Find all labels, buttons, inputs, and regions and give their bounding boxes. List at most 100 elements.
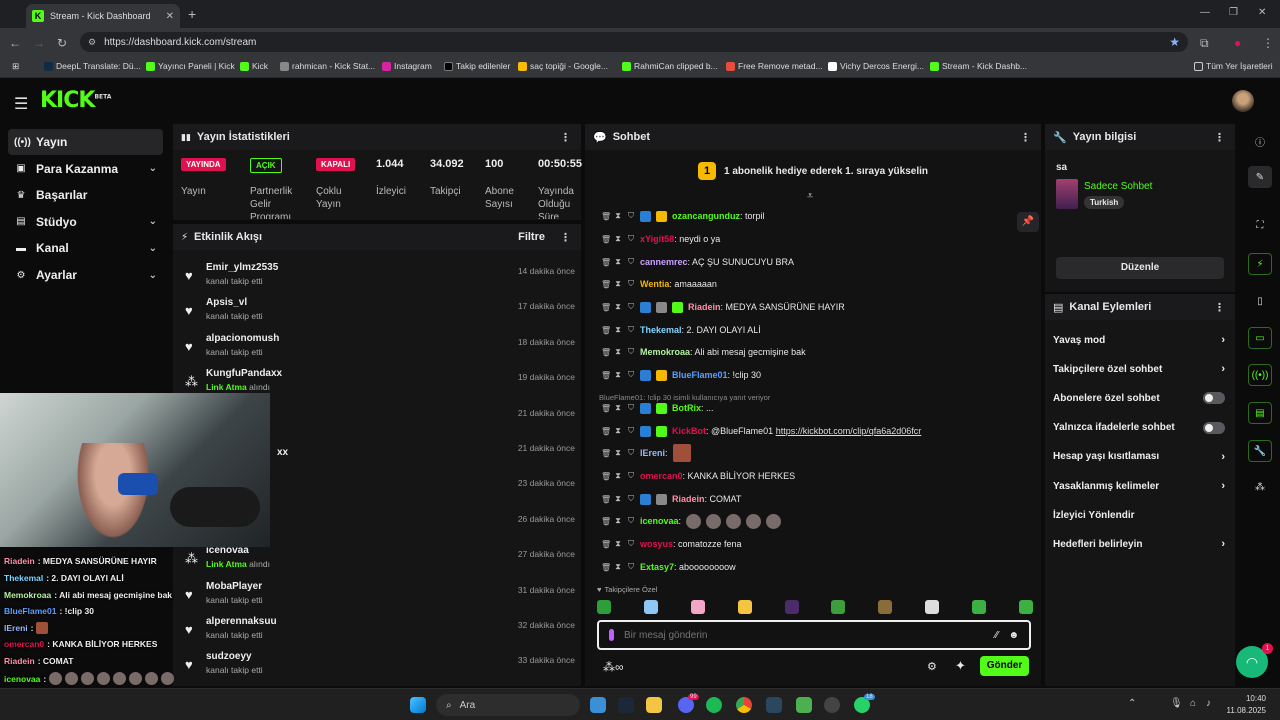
chat-username[interactable]: Riadein (688, 302, 721, 312)
steam2-icon[interactable] (766, 697, 782, 713)
timeout-icon[interactable]: ⧗ (614, 471, 622, 481)
gift-sub-banner[interactable]: 1 1 abonelik hediye ederek 1. sıraya yük… (585, 152, 1041, 190)
timeout-icon[interactable]: ⧗ (614, 279, 622, 289)
chat-message[interactable]: 🗑 ⧗ ⛉ BlueFlame01: !clip 30 (601, 365, 1021, 385)
message-link[interactable]: https://kickbot.com/clip/qfa6a2d06fcr (776, 426, 922, 436)
emote-icon[interactable] (737, 600, 752, 614)
sidebar-item[interactable]: ▤ Stüdyo ⌄ (8, 209, 163, 235)
layout-rail-icon[interactable]: ▤ (1248, 402, 1272, 424)
activity-menu-icon[interactable]: ⋮ (560, 231, 571, 244)
timeout-icon[interactable]: ⧗ (614, 516, 622, 526)
activity-user[interactable]: xx (277, 447, 288, 458)
chat-message[interactable]: 🗑 ⧗ ⛉ Memokroaa: Ali abi mesaj gecmişine ba… (601, 342, 1021, 362)
extensions-icon[interactable]: ⧉ (1200, 36, 1209, 51)
delete-icon[interactable]: 🗑 (601, 371, 611, 380)
emote-icon[interactable] (690, 600, 705, 614)
ban-icon[interactable]: ⛉ (627, 279, 635, 289)
activity-user[interactable]: sudzoeyy (206, 651, 252, 662)
bookmark-item[interactable]: Instagram (382, 61, 432, 71)
channel-action[interactable]: Hesap yaşı kısıtlaması › (1053, 446, 1229, 468)
emote-icon[interactable] (878, 600, 893, 614)
timeout-icon[interactable]: ⧗ (614, 562, 622, 572)
timeout-icon[interactable]: ⧗ (614, 325, 622, 335)
chat-username[interactable]: Extasy7 (640, 562, 674, 572)
chat-username[interactable]: BlueFlame01 (672, 370, 728, 380)
chat-username[interactable]: Wentia (640, 279, 669, 289)
minecraft-icon[interactable] (796, 697, 812, 713)
delete-icon[interactable]: 🗑 (601, 303, 611, 312)
browser-menu-icon[interactable]: ⋮ (1262, 36, 1274, 50)
window-close-icon[interactable]: ✕ (1258, 7, 1266, 18)
chat-username[interactable]: BotRix (672, 403, 701, 413)
timeout-icon[interactable]: ⧗ (614, 403, 622, 413)
collapse-icon[interactable]: ⩡ (807, 190, 813, 203)
activity-item[interactable]: ♥ Apsis_vl kanalı takip etti 17 dakika önce (185, 295, 575, 329)
bookmark-star-icon[interactable]: ★ (1169, 35, 1180, 49)
delete-icon[interactable]: 🗑 (601, 517, 611, 526)
folder-icon[interactable] (646, 697, 662, 713)
mic-tray-icon[interactable]: 🎙 (1170, 698, 1183, 709)
delete-icon[interactable]: 🗑 (601, 495, 611, 504)
channel-action[interactable]: İzleyici Yönlendir (1053, 504, 1229, 526)
ban-icon[interactable]: ⛉ (627, 448, 635, 458)
chat-username[interactable]: Memokroaa (640, 347, 690, 357)
sidebar-item[interactable]: ▬ Kanal ⌄ (8, 235, 163, 261)
ban-icon[interactable]: ⛉ (627, 494, 635, 504)
chat-message[interactable]: 🗑 ⧗ ⛉ KickBot: @BlueFlame01 https://kickbot… (601, 421, 1021, 441)
chat-message[interactable]: 🗑 ⧗ ⛉ omercan0: KANKA BİLİYOR HERKES (601, 466, 1021, 486)
activity-item[interactable]: ♥ Emir_ylmz2535 kanalı takip etti 14 dakika… (185, 260, 575, 294)
steam-icon[interactable] (618, 697, 634, 713)
close-tab-icon[interactable]: ✕ (166, 11, 174, 22)
chat-username[interactable]: omercan0 (640, 471, 683, 481)
delete-icon[interactable]: 🗑 (601, 427, 611, 436)
activity-item[interactable]: ♥ alperennaksuu kanalı takip etti 32 dakika… (185, 614, 575, 648)
actions-menu-icon[interactable]: ⋮ (1214, 301, 1225, 314)
lightning-rail-icon[interactable]: ⚡ (1248, 253, 1272, 275)
filter-button[interactable]: Filtre (518, 231, 545, 243)
new-tab-icon[interactable]: + (188, 6, 196, 22)
profile-icon[interactable]: ● (1234, 36, 1241, 50)
volume-icon[interactable]: ♪ (1206, 698, 1211, 709)
dots-rail-icon[interactable]: ⁂ (1248, 476, 1272, 498)
activity-user[interactable]: alperennaksuu (206, 616, 277, 627)
bookmark-item[interactable]: saç topiği - Google... (518, 61, 608, 71)
delete-icon[interactable]: 🗑 (601, 348, 611, 357)
ban-icon[interactable]: ⛉ (627, 325, 635, 335)
channel-action[interactable]: Yasaklanmış kelimeler › (1053, 475, 1229, 497)
timeout-icon[interactable]: ⧗ (614, 347, 622, 357)
bookmark-item[interactable]: RahmiCan clipped b... (622, 61, 718, 71)
chat-message[interactable]: 🗑 ⧗ ⛉ lEreni: (601, 443, 1021, 463)
chat-message[interactable]: 🗑 ⧗ ⛉ cannemrec: AÇ ŞU SUNUCUYU BRA (601, 252, 1021, 272)
bookmark-item[interactable]: Free Remove metad... (726, 61, 823, 71)
chat-settings-icon[interactable]: ⚙ (927, 660, 937, 673)
chat-message[interactable]: 🗑 ⧗ ⛉ Wentia: amaaaaan (601, 274, 1021, 294)
chat-message[interactable]: 🗑 ⧗ ⛉ Extasy7: aboooooooow (601, 557, 1021, 577)
ban-icon[interactable]: ⛉ (627, 539, 635, 549)
delete-icon[interactable]: 🗑 (601, 540, 611, 549)
emote-icon[interactable] (925, 600, 940, 614)
bookmark-item[interactable]: DeepL Translate: Dü... (44, 61, 141, 71)
toggle-switch[interactable] (1203, 421, 1225, 434)
chat-username[interactable]: xYigit58 (640, 234, 674, 244)
edit-button[interactable]: Düzenle (1056, 257, 1224, 279)
user-avatar[interactable] (1232, 90, 1254, 112)
channel-action[interactable]: Yavaş mod › (1053, 329, 1229, 351)
ban-icon[interactable]: ⛉ (627, 211, 635, 221)
info-icon[interactable]: ⓘ (1248, 130, 1272, 152)
delete-icon[interactable]: 🗑 (601, 404, 611, 413)
ban-icon[interactable]: ⛉ (627, 234, 635, 244)
chat-message[interactable]: 🗑 ⧗ ⛉ Thekemal: 2. DAYI OLAYI ALİ (601, 320, 1021, 340)
emote-icon[interactable] (972, 600, 986, 614)
chat-input-box[interactable]: ⁄⁄ ☻ (597, 620, 1031, 650)
timeout-icon[interactable]: ⧗ (614, 302, 622, 312)
chat-rail-icon[interactable]: ▭ (1248, 327, 1272, 349)
timeout-icon[interactable]: ⧗ (614, 448, 622, 458)
channel-action[interactable]: Yalnızca ifadelerle sohbet (1053, 417, 1229, 439)
chat-message[interactable]: 🗑 ⧗ ⛉ Riadein: MEDYA SANSÜRÜNE HAYIR (601, 297, 1021, 317)
chat-username[interactable]: KickBot (672, 426, 706, 436)
hamburger-menu-icon[interactable]: ☰ (14, 94, 28, 114)
emote-icon[interactable] (597, 600, 611, 614)
chrome-icon[interactable] (736, 697, 752, 713)
activity-item[interactable]: ♥ sudzoeyy kanalı takip etti 33 dakika önce (185, 649, 575, 683)
chat-message[interactable]: 🗑 ⧗ ⛉ ozancangunduz: torpil (601, 206, 1021, 226)
